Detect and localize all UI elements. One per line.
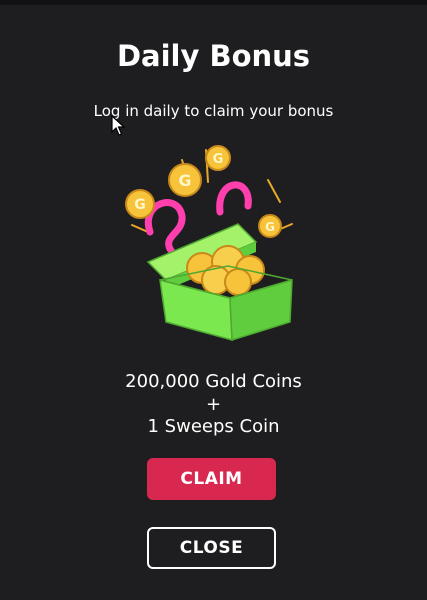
gold-coin-icon: G	[125, 189, 155, 219]
gold-coin-icon: G	[258, 214, 282, 238]
reward-sweeps-coin: 1 Sweeps Coin	[147, 416, 280, 437]
gold-coin-icon: G	[205, 145, 231, 171]
mouse-cursor-icon	[111, 115, 125, 136]
dialog-subtitle: Log in daily to claim your bonus	[93, 102, 334, 120]
svg-text:G: G	[213, 152, 224, 167]
gift-box-illustration: G G G G	[125, 145, 293, 342]
gold-coin-icon: G	[168, 163, 202, 197]
reward-gold-coins: 200,000 Gold Coins	[125, 371, 302, 392]
daily-bonus-modal: Daily Bonus Log in daily to claim your b…	[0, 5, 427, 600]
claim-button[interactable]: CLAIM	[147, 458, 276, 500]
close-button[interactable]: CLOSE	[147, 527, 276, 569]
reward-plus-sign: +	[205, 394, 222, 415]
dialog-title: Daily Bonus	[116, 39, 311, 73]
svg-text:G: G	[134, 197, 146, 213]
svg-text:G: G	[178, 171, 191, 190]
svg-text:G: G	[265, 220, 275, 234]
